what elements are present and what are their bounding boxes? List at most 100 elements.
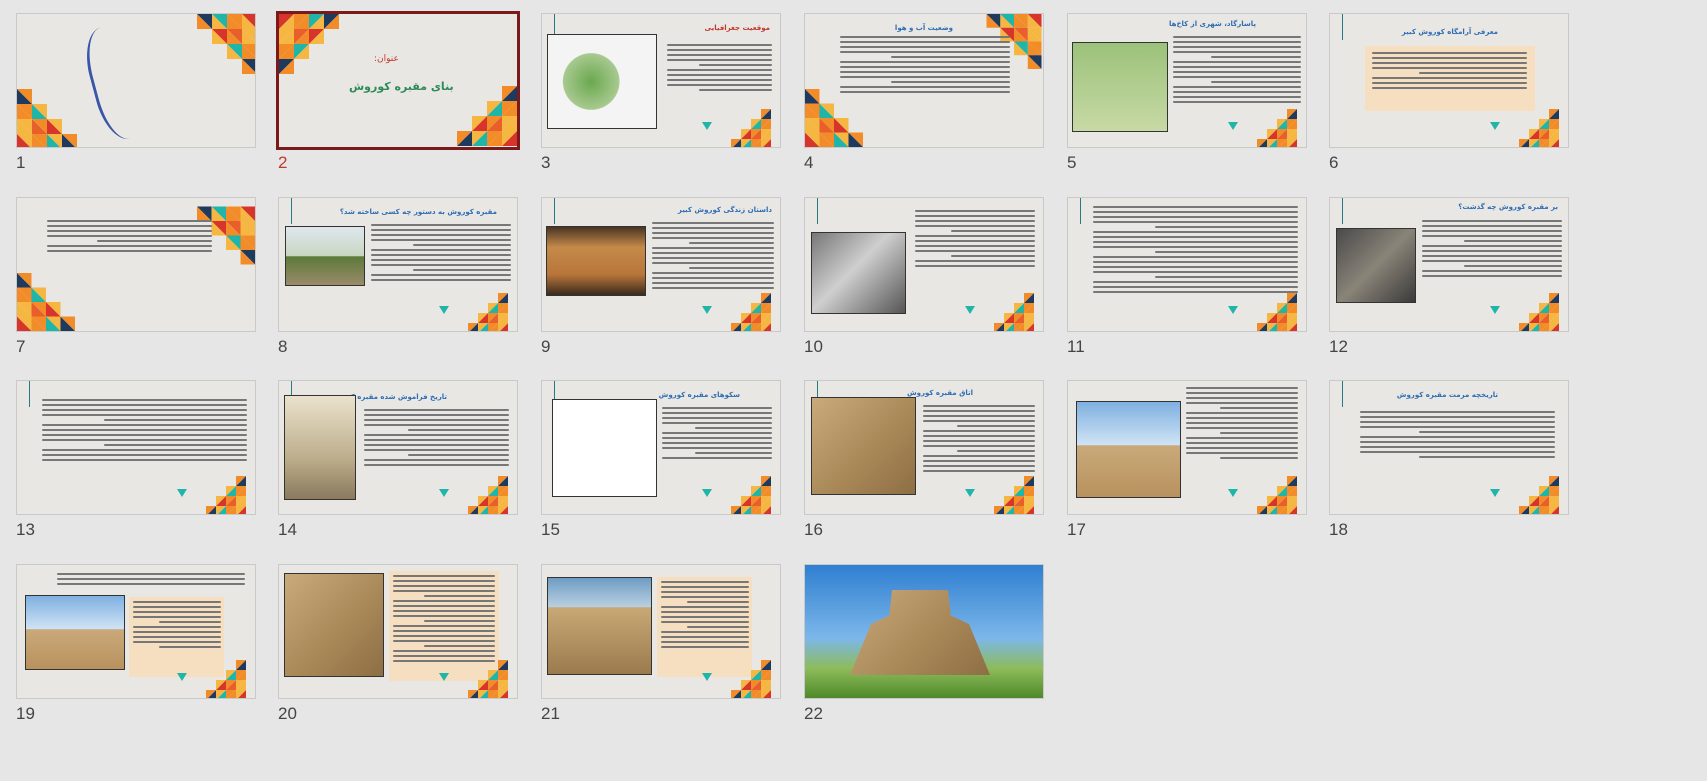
slide-number: 1 — [16, 153, 26, 172]
body-text-lines — [915, 210, 1035, 270]
slide-thumbnail-19[interactable]: 19 — [16, 564, 258, 754]
slide-canvas[interactable] — [16, 564, 256, 699]
triangle-decoration — [197, 14, 255, 74]
slide-title: داستان زندگی کوروش کبیر — [677, 206, 772, 214]
slide-canvas[interactable]: معرفی آرامگاه کوروش کبیر — [1329, 13, 1569, 148]
slide-canvas[interactable]: وضعیت آب و هوا — [804, 13, 1044, 148]
title-label: عنوان: — [374, 54, 399, 64]
calligraphy-image — [78, 18, 164, 145]
slide-canvas[interactable] — [1067, 380, 1307, 515]
slide-thumbnail-11[interactable]: 11 — [1067, 197, 1309, 387]
body-text-lines — [667, 44, 772, 94]
slide-canvas[interactable] — [16, 13, 256, 148]
slide-number: 8 — [278, 337, 288, 356]
slide-canvas[interactable]: عنوان: بنای مقبره کوروش — [276, 11, 520, 150]
slide-canvas[interactable] — [541, 564, 781, 699]
triangle-decoration — [1519, 109, 1559, 147]
triangle-decoration — [731, 293, 771, 331]
slide-thumbnail-18[interactable]: تاریخچه مرمت مقبره کوروش 18 — [1329, 380, 1571, 570]
triangle-decoration — [994, 476, 1034, 514]
teal-triangle-icon — [177, 673, 187, 681]
slide-number: 19 — [16, 704, 35, 723]
slide-number: 6 — [1329, 153, 1339, 172]
triangle-decoration — [731, 109, 771, 147]
slide-canvas[interactable]: موقعیت جغرافیایی — [541, 13, 781, 148]
slide-canvas[interactable] — [804, 564, 1044, 699]
slide-thumbnail-7[interactable]: 7 — [16, 197, 258, 387]
slide-thumbnail-20[interactable]: 20 — [278, 564, 520, 754]
slide-number: 4 — [804, 153, 814, 172]
slide-canvas[interactable] — [278, 564, 518, 699]
teal-triangle-icon — [439, 306, 449, 314]
slide-thumbnail-8[interactable]: مقبره کوروش به دستور چه کسی ساخته شد؟ 8 — [278, 197, 520, 387]
slide-title: اتاق مقبره کوروش — [906, 389, 973, 397]
slide-thumbnail-10[interactable]: 10 — [804, 197, 1046, 387]
body-text-lines — [1173, 36, 1301, 106]
slide-thumbnail-4[interactable]: وضعیت آب و هوا 4 — [804, 13, 1046, 203]
slide-thumbnail-3[interactable]: موقعیت جغرافیایی 3 — [541, 13, 783, 203]
tomb-photo — [850, 590, 990, 675]
body-text-lines — [840, 36, 1010, 96]
slide-canvas[interactable]: تاریخچه مرمت مقبره کوروش — [1329, 380, 1569, 515]
slide-number: 18 — [1329, 520, 1348, 539]
slide-number: 17 — [1067, 520, 1086, 539]
slide-number: 21 — [541, 704, 560, 723]
teal-triangle-icon — [965, 306, 975, 314]
slide-number: 12 — [1329, 337, 1348, 356]
teal-triangle-icon — [965, 489, 975, 497]
slide-number: 11 — [1067, 337, 1085, 356]
slide-thumbnail-22[interactable]: 22 — [804, 564, 1046, 754]
slide-thumbnail-2[interactable]: عنوان: بنای مقبره کوروش 2 — [276, 11, 520, 203]
body-text-lines — [923, 405, 1035, 475]
triangle-decoration — [468, 476, 508, 514]
teal-triangle-icon — [1490, 306, 1500, 314]
slide-thumbnail-1[interactable]: 1 — [16, 13, 258, 203]
slide-canvas[interactable]: اتاق مقبره کوروش — [804, 380, 1044, 515]
slide-canvas[interactable] — [16, 380, 256, 515]
slide-thumbnail-6[interactable]: معرفی آرامگاه کوروش کبیر 6 — [1329, 13, 1571, 203]
slide-canvas[interactable] — [16, 197, 256, 332]
teal-triangle-icon — [702, 673, 712, 681]
slide-thumbnail-15[interactable]: سکوهای مقبره کوروش 15 — [541, 380, 783, 570]
accent-line — [554, 198, 555, 224]
slide-thumbnail-16[interactable]: اتاق مقبره کوروش 16 — [804, 380, 1046, 570]
slide-thumbnail-12[interactable]: بر مقبره کوروش چه گذشت؟ 12 — [1329, 197, 1571, 387]
slide-thumbnail-5[interactable]: پاسارگاد، شهری از کاخ‌ها 5 — [1067, 13, 1309, 203]
stone-closeup-photo — [284, 573, 384, 677]
engraving-image — [284, 395, 356, 500]
slide-thumbnail-17[interactable]: 17 — [1067, 380, 1309, 570]
triangle-decoration — [731, 660, 771, 698]
triangle-decoration — [994, 293, 1034, 331]
body-text-lines — [1372, 52, 1527, 92]
body-text-lines — [371, 224, 511, 284]
slide-canvas[interactable]: پاسارگاد، شهری از کاخ‌ها — [1067, 13, 1307, 148]
body-text-lines — [662, 407, 772, 462]
slide-number: 9 — [541, 337, 551, 356]
slide-sorter: 1 عنوان: بنای مقبره کوروش 2 موقعیت جغرافیایی… — [0, 0, 1707, 781]
accent-line — [817, 198, 818, 224]
slide-thumbnail-14[interactable]: تاریخ فراموش شده مقبره کوروش 14 — [278, 380, 520, 570]
triangle-decoration — [805, 89, 863, 147]
slide-thumbnail-9[interactable]: داستان زندگی کوروش کبیر 9 — [541, 197, 783, 387]
accent-line — [1342, 381, 1343, 407]
slide-thumbnail-21[interactable]: 21 — [541, 564, 783, 754]
slide-title: وضعیت آب و هوا — [894, 24, 953, 32]
body-text-lines — [1360, 411, 1555, 461]
slide-canvas[interactable]: بر مقبره کوروش چه گذشت؟ — [1329, 197, 1569, 332]
slide-canvas[interactable] — [804, 197, 1044, 332]
slide-canvas[interactable]: مقبره کوروش به دستور چه کسی ساخته شد؟ — [278, 197, 518, 332]
accent-line — [1342, 14, 1343, 40]
garden-photo — [285, 226, 365, 286]
slide-canvas[interactable]: داستان زندگی کوروش کبیر — [541, 197, 781, 332]
slide-canvas[interactable]: سکوهای مقبره کوروش — [541, 380, 781, 515]
accent-line — [1342, 198, 1343, 224]
slide-number: 7 — [16, 337, 26, 356]
slide-canvas[interactable]: تاریخ فراموش شده مقبره کوروش — [278, 380, 518, 515]
triangle-decoration — [206, 476, 246, 514]
palace-illustration — [1072, 42, 1168, 132]
triangle-decoration — [468, 660, 508, 698]
slide-canvas[interactable] — [1067, 197, 1307, 332]
relief-photo — [811, 232, 906, 314]
slide-thumbnail-13[interactable]: 13 — [16, 380, 258, 570]
accent-line — [291, 198, 292, 224]
